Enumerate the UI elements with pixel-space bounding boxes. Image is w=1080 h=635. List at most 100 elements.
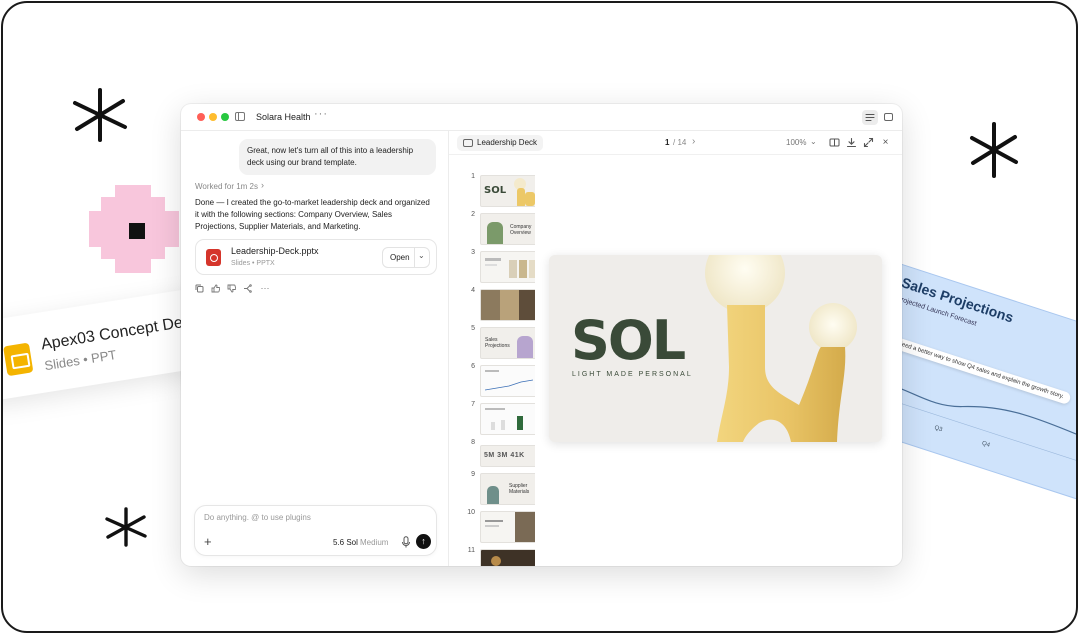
worked-for-label[interactable]: Worked for 1m 2s (195, 182, 258, 191)
thumbnail-item[interactable]: 2 Company Overview (463, 211, 535, 245)
copy-icon[interactable] (195, 284, 204, 293)
thumbnail-image (500, 290, 519, 320)
book-view-icon[interactable] (829, 137, 840, 148)
thumbnail-number: 4 (471, 287, 475, 294)
pixel-flower-decoration-icon (89, 185, 179, 273)
slide-thumbnails: 1 SOL 2 Company Overview 3 4 5 Sales Pro… (463, 173, 535, 566)
slide-thumbnail[interactable] (480, 365, 535, 397)
microphone-icon[interactable] (401, 536, 411, 548)
thumbnail-line (485, 408, 505, 410)
thumbnail-bar (517, 416, 523, 430)
thumbnail-item[interactable]: 4 (463, 287, 535, 321)
panel-icon (884, 113, 893, 121)
thumbnail-item[interactable]: 8 5M 3M 41K (463, 439, 535, 473)
more-actions-icon[interactable]: ··· (259, 284, 271, 293)
asterisk-decoration-icon (105, 507, 147, 547)
file-type: Slides • PPTX (231, 260, 275, 267)
close-icon[interactable]: × (880, 137, 891, 148)
tab-leadership-deck[interactable]: Leadership Deck (457, 135, 544, 151)
send-button[interactable]: ↑ (416, 534, 431, 549)
chevron-down-icon[interactable]: ⌄ (810, 137, 817, 146)
chevron-right-icon[interactable]: › (261, 180, 264, 190)
thumbnail-line (485, 525, 499, 527)
slide-thumbnail[interactable] (480, 549, 535, 566)
branch-icon[interactable] (243, 284, 252, 293)
next-page-icon[interactable]: › (692, 136, 695, 147)
window-titlebar: Solara Health ··· (181, 104, 902, 131)
total-pages: / 14 (673, 138, 687, 147)
model-selector[interactable]: 5.6 Sol (333, 538, 358, 547)
thumbnail-chart (485, 379, 533, 391)
file-attachment-card[interactable]: Leadership-Deck.pptx Slides • PPTX Open … (195, 239, 437, 275)
thumbnail-item[interactable]: 3 (463, 249, 535, 283)
slide-thumbnail[interactable]: 5M 3M 41K (480, 445, 535, 467)
asterisk-decoration-icon (73, 88, 127, 142)
zoom-level[interactable]: 100% (786, 138, 806, 147)
slide-thumbnail[interactable] (480, 511, 535, 543)
arrow-up-icon: ↑ (421, 536, 426, 546)
thumbnail-item[interactable]: 9 Supplier Materials (463, 471, 535, 505)
model-tier-label[interactable]: Medium (360, 538, 388, 547)
thumbnail-number: 7 (471, 401, 475, 408)
background-file-title: Apex03 Concept Deck (39, 311, 200, 354)
thumbnail-number: 5 (471, 325, 475, 332)
lamp-base (517, 188, 525, 206)
thumbnail-number: 2 (471, 211, 475, 218)
thumbs-down-icon[interactable] (227, 284, 236, 293)
list-view-icon (865, 113, 875, 122)
slide-thumbnail[interactable]: Sales Projections (480, 327, 535, 359)
close-window-button[interactable] (197, 113, 205, 121)
open-button-label: Open (390, 253, 410, 262)
thumbnail-number: 9 (471, 471, 475, 478)
thumbnail-image (509, 260, 517, 278)
thumbnail-item[interactable]: 5 Sales Projections (463, 325, 535, 359)
thumbnail-item[interactable]: 10 (463, 509, 535, 543)
thumbnail-line (485, 264, 497, 266)
window-title: Solara Health (256, 112, 311, 122)
document-viewer: Leadership Deck 1 / 14 › 100% ⌄ × 1 SOL (449, 131, 902, 566)
thumbnail-item[interactable]: 11 (463, 547, 535, 566)
split-view-button[interactable] (862, 110, 878, 125)
add-attachment-icon[interactable]: + (204, 535, 212, 548)
thumbnail-item[interactable]: 1 SOL (463, 173, 535, 207)
outer-frame: Apex03 Concept Deck Slides • PPT Sales P… (1, 1, 1078, 633)
thumbs-up-icon[interactable] (211, 284, 220, 293)
thumbnail-label: Company Overview (510, 224, 532, 236)
expand-icon[interactable] (863, 137, 874, 148)
prompt-input[interactable] (204, 513, 424, 522)
thumbnail-image (529, 260, 535, 278)
download-icon[interactable] (846, 137, 857, 148)
thumbnail-image (487, 486, 499, 504)
thumbnail-number: 8 (471, 439, 475, 446)
thumbnail-image (517, 336, 533, 358)
lamp-product-illustration (705, 255, 857, 442)
more-options-icon[interactable]: ··· (314, 108, 328, 120)
thumbnail-number: 1 (471, 173, 475, 180)
slide-thumbnail[interactable] (480, 251, 535, 283)
thumbnail-image (519, 290, 535, 320)
thumbnail-item[interactable]: 6 (463, 363, 535, 397)
thumbnail-image (481, 290, 500, 320)
slide-thumbnail[interactable] (480, 289, 535, 321)
thumbnail-item[interactable]: 7 (463, 401, 535, 435)
slide-thumbnail[interactable] (480, 403, 535, 435)
slide-thumbnail[interactable]: SOL (480, 175, 535, 207)
open-file-button[interactable]: Open ⌄ (382, 247, 430, 268)
slide-thumbnail[interactable]: Company Overview (480, 213, 535, 245)
background-axis-label: Q3 (933, 425, 943, 434)
slide-tagline: LIGHT MADE PERSONAL (572, 371, 693, 378)
chevron-down-icon[interactable]: ⌄ (418, 251, 425, 260)
thumbnail-image (515, 512, 535, 542)
button-divider (414, 248, 415, 267)
app-window: Solara Health ··· Great, now let's turn … (181, 104, 902, 566)
panel-toggle-button[interactable] (881, 110, 897, 125)
slide-thumbnail[interactable]: Supplier Materials (480, 473, 535, 505)
thumbnail-image (491, 556, 501, 566)
thumbnail-label: 5M 3M 41K (484, 452, 525, 459)
minimize-window-button[interactable] (209, 113, 217, 121)
sidebar-toggle-icon[interactable] (235, 112, 245, 121)
tab-label: Leadership Deck (477, 138, 538, 147)
slides-file-icon (3, 342, 34, 377)
zoom-window-button[interactable] (221, 113, 229, 121)
slide-brand-wordmark: SOL (571, 309, 686, 372)
